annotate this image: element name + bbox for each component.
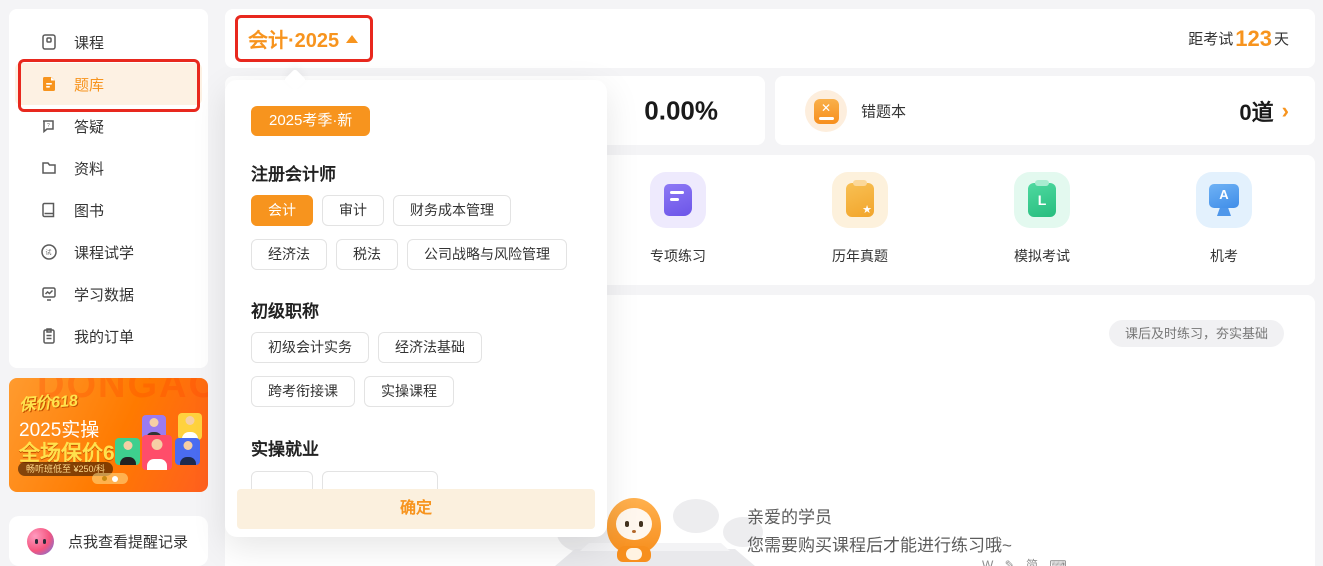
quick-action-label: 专项练习 (650, 246, 706, 266)
sidebar-item-courses[interactable]: 课程 (9, 21, 208, 63)
trial-icon: 试 (40, 243, 58, 261)
countdown-days: 123 (1235, 26, 1272, 52)
ime-toolbar-fragment: W ✎ 简 ⌨ (982, 556, 1071, 566)
reminder-label: 点我查看提醒记录 (68, 531, 188, 552)
mock-exam-icon (1014, 172, 1070, 228)
cloud-decoration (673, 499, 719, 533)
svg-text:?: ? (47, 123, 50, 129)
sidebar-item-label: 学习数据 (74, 284, 134, 305)
sidebar-item-trial[interactable]: 试 课程试学 (9, 231, 208, 273)
banner-teacher-photo (178, 413, 202, 440)
past-exams-icon (832, 172, 888, 228)
section-title-practical-employment: 实操就业 (251, 435, 319, 460)
qa-chat-icon: ? (40, 117, 58, 135)
mascot-character (607, 498, 661, 562)
banner-teacher-photo (115, 438, 140, 465)
sidebar-item-question-bank[interactable]: 题库 (15, 63, 202, 105)
sidebar-item-books[interactable]: 图书 (9, 189, 208, 231)
section-title-cpa: 注册会计师 (251, 160, 336, 185)
sidebar-item-label: 题库 (74, 74, 104, 95)
sidebar-item-label: 课程试学 (74, 242, 134, 263)
subject-chip-strategy-risk[interactable]: 公司战略与风险管理 (407, 239, 567, 270)
subject-chip-audit[interactable]: 审计 (322, 195, 384, 226)
wrong-count: 0道 (1239, 95, 1273, 127)
wrong-book-icon (805, 90, 847, 132)
sidebar-item-label: 课程 (74, 32, 104, 53)
subject-chip-accounting[interactable]: 会计 (251, 195, 313, 226)
orders-icon (40, 327, 58, 345)
subject-chip-practical-course[interactable]: 实操课程 (364, 376, 454, 407)
subject-chip-tax-law[interactable]: 税法 (336, 239, 398, 270)
course-book-icon (40, 33, 58, 51)
sidebar-item-materials[interactable]: 资料 (9, 147, 208, 189)
chevron-up-icon (346, 35, 358, 43)
sidebar-item-label: 资料 (74, 158, 104, 179)
subject-chip-junior-practice[interactable]: 初级会计实务 (251, 332, 369, 363)
exam-countdown: 距考试 123 天 (1188, 9, 1289, 68)
practice-message: 您需要购买课程后才能进行练习哦~ (747, 531, 1012, 556)
subject-chip-bridge-course[interactable]: 跨考衔接课 (251, 376, 355, 407)
quick-action-computer-exam[interactable]: 机考 (1164, 172, 1284, 266)
practice-greeting: 亲爱的学员 (747, 503, 832, 528)
practice-tip-pill: 课后及时练习，夯实基础 (1109, 320, 1284, 347)
svg-text:试: 试 (46, 249, 52, 257)
subject-chip-economic-law-basics[interactable]: 经济法基础 (378, 332, 482, 363)
materials-folder-icon (40, 159, 58, 177)
banner-teacher-photo (175, 438, 200, 465)
sidebar-item-label: 我的订单 (74, 326, 134, 347)
sidebar-item-label: 图书 (74, 200, 104, 221)
countdown-prefix: 距考试 (1188, 28, 1233, 49)
computer-exam-icon (1196, 172, 1252, 228)
header-bar: 会计·2025 距考试 123 天 (225, 9, 1315, 68)
confirm-button[interactable]: 确定 (237, 489, 595, 529)
sidebar-item-study-data[interactable]: 学习数据 (9, 273, 208, 315)
wrong-book-card[interactable]: 错题本 0道 › (775, 76, 1315, 145)
subject-chip-financial-cost[interactable]: 财务成本管理 (393, 195, 511, 226)
countdown-suffix: 天 (1274, 28, 1289, 49)
section-title-junior: 初级职称 (251, 297, 319, 322)
subject-chip-economic-law[interactable]: 经济法 (251, 239, 327, 270)
study-data-icon (40, 285, 58, 303)
wrong-book-label: 错题本 (861, 100, 906, 121)
question-bank-icon (40, 75, 58, 93)
sidebar-item-qa[interactable]: ? 答疑 (9, 105, 208, 147)
quick-action-label: 模拟考试 (1014, 246, 1070, 266)
chevron-right-icon: › (1282, 100, 1289, 122)
promo-banner[interactable]: DONGAO 保价618 2025实操 全场保价618 畅听班低至 ¥250/科 (9, 378, 208, 492)
quick-action-special-practice[interactable]: 专项练习 (618, 172, 738, 266)
quick-action-past-exams[interactable]: 历年真题 (800, 172, 920, 266)
sidebar-item-orders[interactable]: 我的订单 (9, 315, 208, 357)
books-icon (40, 201, 58, 219)
sidebar: 课程 题库 ? 答疑 资料 图书 试 课程试学 学习数据 (9, 9, 208, 368)
exam-dropdown-panel: 2025考季·新 注册会计师 会计 审计 财务成本管理 经济法 税法 公司战略与… (225, 80, 607, 537)
banner-carousel-dots[interactable] (92, 473, 128, 484)
quick-action-mock-exam[interactable]: 模拟考试 (982, 172, 1102, 266)
banner-teacher-photo (142, 435, 172, 470)
season-badge-button[interactable]: 2025考季·新 (251, 106, 370, 136)
banner-badge: 保价618 (18, 386, 79, 415)
quick-action-label: 历年真题 (832, 246, 888, 266)
quick-action-label: 机考 (1210, 246, 1238, 266)
exam-switcher-label: 会计·2025 (248, 24, 339, 53)
exam-switcher[interactable]: 会计·2025 (248, 24, 358, 53)
reminder-mascot-icon (27, 528, 54, 555)
special-practice-icon (650, 172, 706, 228)
reminder-card[interactable]: 点我查看提醒记录 (9, 516, 208, 566)
sidebar-item-label: 答疑 (74, 116, 104, 137)
accuracy-value: 0.00% (644, 95, 718, 126)
